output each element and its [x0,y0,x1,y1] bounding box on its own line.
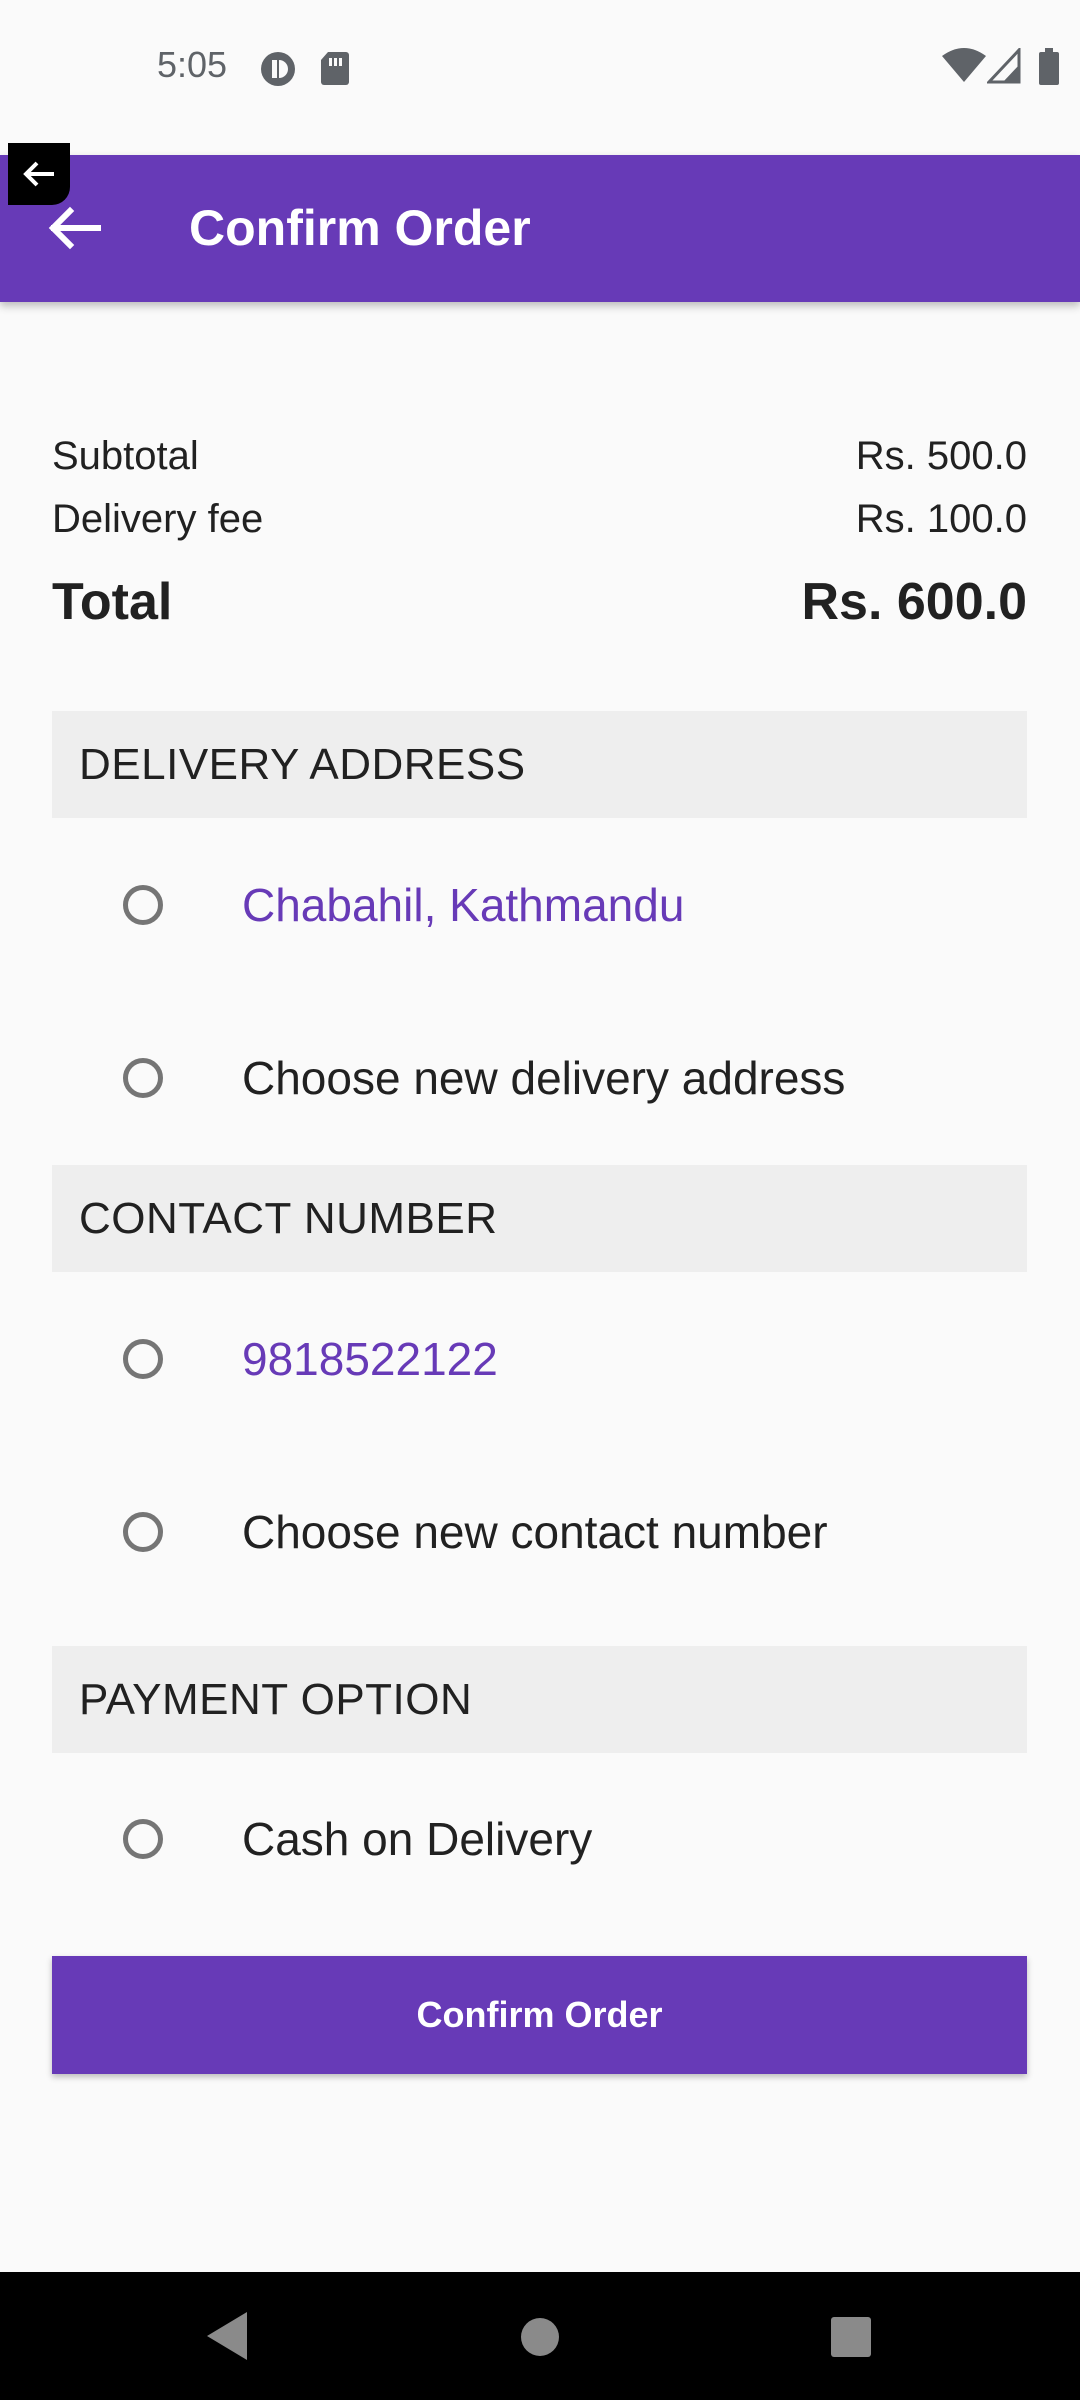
cash-on-delivery-option[interactable]: Cash on Delivery [52,1779,1027,1899]
saved-address-option[interactable]: Chabahil, Kathmandu [52,845,1027,965]
radio-button[interactable] [123,1058,163,1098]
new-address-option[interactable]: Choose new delivery address [52,1018,1027,1138]
nav-home-icon[interactable] [519,2316,561,2358]
radio-button[interactable] [123,1512,163,1552]
contact-number-header: CONTACT NUMBER [52,1165,1027,1272]
radio-button[interactable] [123,1819,163,1859]
confirm-order-button[interactable]: Confirm Order [52,1956,1027,2074]
subtotal-row: Subtotal Rs. 500.0 [52,434,1027,479]
payment-option-header: PAYMENT OPTION [52,1646,1027,1753]
total-label: Total [52,573,173,631]
status-time: 5:05 [157,44,228,85]
delivery-fee-row: Delivery fee Rs. 100.0 [52,497,1027,542]
circle-status-icon [261,52,295,86]
sim-card-icon [321,52,349,85]
new-contact-option[interactable]: Choose new contact number [52,1472,1027,1592]
wifi-icon [942,48,986,82]
radio-button[interactable] [123,1339,163,1379]
system-nav-bar [0,2272,1080,2400]
nav-recents-icon[interactable] [830,2316,872,2358]
page-title: Confirm Order [189,200,531,256]
payment-option-header-text: PAYMENT OPTION [79,1674,473,1724]
delivery-address-header: DELIVERY ADDRESS [52,711,1027,818]
saved-contact-option[interactable]: 9818522122 [52,1299,1027,1419]
total-value: Rs. 600.0 [801,573,1028,631]
radio-button[interactable] [123,885,163,925]
saved-contact-label: 9818522122 [242,1333,498,1385]
contact-number-header-text: CONTACT NUMBER [79,1193,498,1243]
floating-back-button[interactable] [8,143,70,205]
subtotal-label: Subtotal [52,434,199,478]
delivery-fee-label: Delivery fee [52,497,264,541]
app-bar: Confirm Order [0,155,1080,302]
subtotal-value: Rs. 500.0 [855,434,1027,478]
arrow-left-icon [23,161,54,187]
new-contact-label: Choose new contact number [242,1506,828,1558]
cash-on-delivery-label: Cash on Delivery [242,1813,593,1865]
signal-icon [987,48,1021,84]
battery-icon [1039,48,1059,85]
delivery-address-header-text: DELIVERY ADDRESS [79,739,526,789]
status-bar: 5:05 [0,0,1080,140]
saved-address-label: Chabahil, Kathmandu [242,879,685,931]
confirm-order-screen: 5:05 Confirm Order Subtotal Rs. 500.0 De… [0,0,1080,2400]
delivery-fee-value: Rs. 100.0 [855,497,1027,541]
new-address-label: Choose new delivery address [242,1052,846,1104]
total-row: Total Rs. 600.0 [52,572,1027,632]
nav-back-icon[interactable] [203,2304,249,2368]
